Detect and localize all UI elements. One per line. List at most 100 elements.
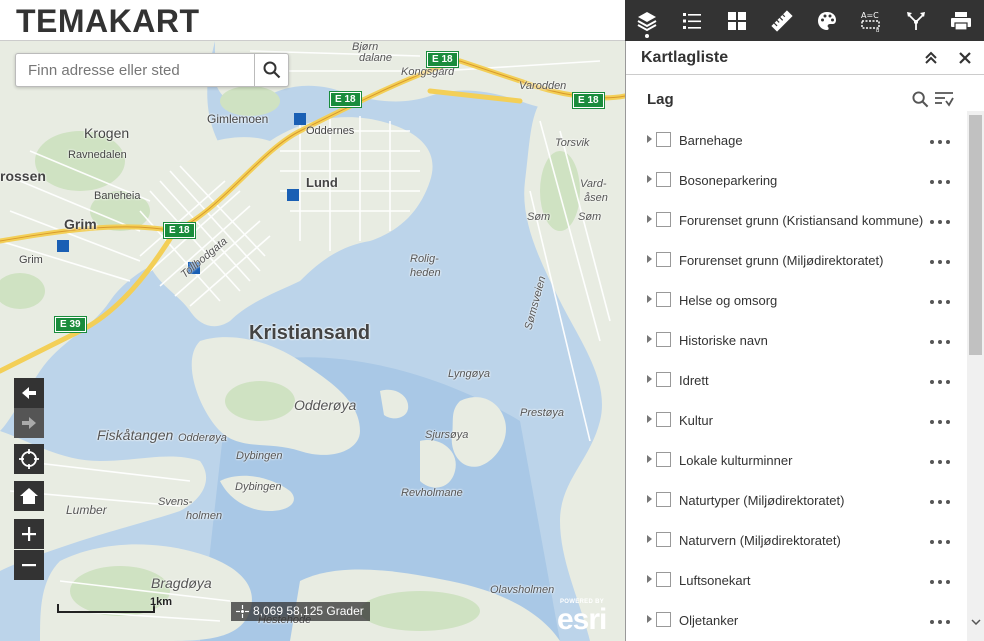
label-select-icon: A=C B	[861, 11, 880, 33]
collapse-panel-button[interactable]	[922, 49, 940, 67]
expand-caret-icon[interactable]	[647, 175, 652, 183]
expand-caret-icon[interactable]	[647, 215, 652, 223]
layer-list-button[interactable]	[625, 0, 670, 41]
layer-visibility-checkbox[interactable]	[656, 332, 671, 347]
layer-item[interactable]: Barnehage	[626, 120, 967, 160]
dot	[946, 540, 950, 544]
expand-caret-icon[interactable]	[647, 575, 652, 583]
layer-visibility-checkbox[interactable]	[656, 492, 671, 507]
layer-visibility-checkbox[interactable]	[656, 612, 671, 627]
layer-list-scrollbar[interactable]	[967, 111, 984, 641]
layer-item[interactable]: Naturvern (Miljødirektoratet)	[626, 520, 967, 560]
layer-item[interactable]: Historiske navn	[626, 320, 967, 360]
layer-menu-button[interactable]	[930, 298, 950, 306]
expand-caret-icon[interactable]	[647, 375, 652, 383]
layer-menu-button[interactable]	[930, 578, 950, 586]
dot	[930, 500, 934, 504]
search-input[interactable]	[16, 54, 254, 86]
dot	[930, 420, 934, 424]
expand-caret-icon[interactable]	[647, 415, 652, 423]
layer-visibility-checkbox[interactable]	[656, 132, 671, 147]
previous-extent-button[interactable]	[14, 378, 44, 408]
layer-visibility-checkbox[interactable]	[656, 572, 671, 587]
layer-visibility-checkbox[interactable]	[656, 412, 671, 427]
dot	[938, 380, 942, 384]
layer-visibility-checkbox[interactable]	[656, 212, 671, 227]
layer-menu-button[interactable]	[930, 218, 950, 226]
dot	[946, 460, 950, 464]
home-icon	[20, 488, 38, 504]
search-widget	[15, 53, 289, 87]
my-location-button[interactable]	[14, 444, 44, 474]
layer-visibility-checkbox[interactable]	[656, 172, 671, 187]
map-label-city: Kristiansand	[249, 322, 371, 344]
legend-icon	[683, 12, 702, 29]
layer-item[interactable]: Oljetanker	[626, 600, 967, 640]
zoom-in-button[interactable]	[14, 519, 44, 549]
layer-item[interactable]: Idrett	[626, 360, 967, 400]
expand-caret-icon[interactable]	[647, 335, 652, 343]
layer-name: Kultur	[679, 413, 713, 428]
layer-menu-button[interactable]	[930, 538, 950, 546]
map-label: Rolig-	[410, 253, 439, 265]
svg-text:A=C: A=C	[861, 11, 879, 20]
share-button[interactable]	[894, 0, 939, 41]
route-shield: E 18	[329, 91, 362, 108]
scrollbar-thumb[interactable]	[969, 115, 982, 355]
layer-visibility-checkbox[interactable]	[656, 532, 671, 547]
layer-menu-button[interactable]	[930, 338, 950, 346]
layer-menu-button[interactable]	[930, 458, 950, 466]
layer-item[interactable]: Helse og omsorg	[626, 280, 967, 320]
expand-caret-icon[interactable]	[647, 295, 652, 303]
layer-name: Idrett	[679, 373, 709, 388]
expand-caret-icon[interactable]	[647, 135, 652, 143]
coordinate-display[interactable]: 8,069 58,125 Grader	[231, 602, 370, 621]
expand-caret-icon[interactable]	[647, 455, 652, 463]
layer-options-button[interactable]	[934, 89, 954, 109]
layer-item[interactable]: Luftsonekart	[626, 560, 967, 600]
layer-menu-button[interactable]	[930, 498, 950, 506]
layer-menu-button[interactable]	[930, 378, 950, 386]
expand-caret-icon[interactable]	[647, 255, 652, 263]
map-label: Varodden	[519, 80, 567, 92]
legend-button[interactable]	[670, 0, 715, 41]
dot	[938, 460, 942, 464]
layer-menu-button[interactable]	[930, 138, 950, 146]
layer-visibility-checkbox[interactable]	[656, 292, 671, 307]
layer-menu-button[interactable]	[930, 178, 950, 186]
layer-search-button[interactable]	[910, 89, 930, 109]
zoom-out-button[interactable]	[14, 550, 44, 580]
expand-caret-icon[interactable]	[647, 615, 652, 623]
search-button[interactable]	[254, 54, 288, 86]
attribute-table-button[interactable]: A=C B	[849, 0, 894, 41]
dot	[938, 180, 942, 184]
layer-item[interactable]: Kultur	[626, 400, 967, 440]
home-button[interactable]	[14, 481, 44, 511]
layer-item[interactable]: Forurenset grunn (Kristiansand kommune)	[626, 200, 967, 240]
close-panel-button[interactable]	[956, 49, 974, 67]
layer-item[interactable]: Forurenset grunn (Miljødirektoratet)	[626, 240, 967, 280]
scroll-down-arrow[interactable]	[967, 615, 984, 629]
layer-visibility-checkbox[interactable]	[656, 252, 671, 267]
layer-item[interactable]: Lokale kulturminner	[626, 440, 967, 480]
layer-item[interactable]: Naturtyper (Miljødirektoratet)	[626, 480, 967, 520]
draw-button[interactable]	[804, 0, 849, 41]
layer-menu-button[interactable]	[930, 618, 950, 626]
esri-logo[interactable]: POWERED BY esri	[557, 599, 617, 636]
expand-caret-icon[interactable]	[647, 495, 652, 503]
layer-visibility-checkbox[interactable]	[656, 372, 671, 387]
next-extent-button[interactable]	[14, 408, 44, 438]
map-label: Søm	[578, 211, 602, 223]
layer-item[interactable]: Bosoneparkering	[626, 160, 967, 200]
dot	[930, 380, 934, 384]
layer-visibility-checkbox[interactable]	[656, 452, 671, 467]
print-button[interactable]	[939, 0, 984, 41]
panel-header: Kartlagliste	[626, 41, 984, 75]
map-view[interactable]: Kristiansand Krogen Ravnedalen Baneheia …	[0, 41, 625, 641]
layer-menu-button[interactable]	[930, 258, 950, 266]
measure-button[interactable]	[759, 0, 804, 41]
map-label: Kongsgård	[401, 66, 455, 78]
expand-caret-icon[interactable]	[647, 535, 652, 543]
layer-menu-button[interactable]	[930, 418, 950, 426]
basemap-gallery-button[interactable]	[715, 0, 760, 41]
